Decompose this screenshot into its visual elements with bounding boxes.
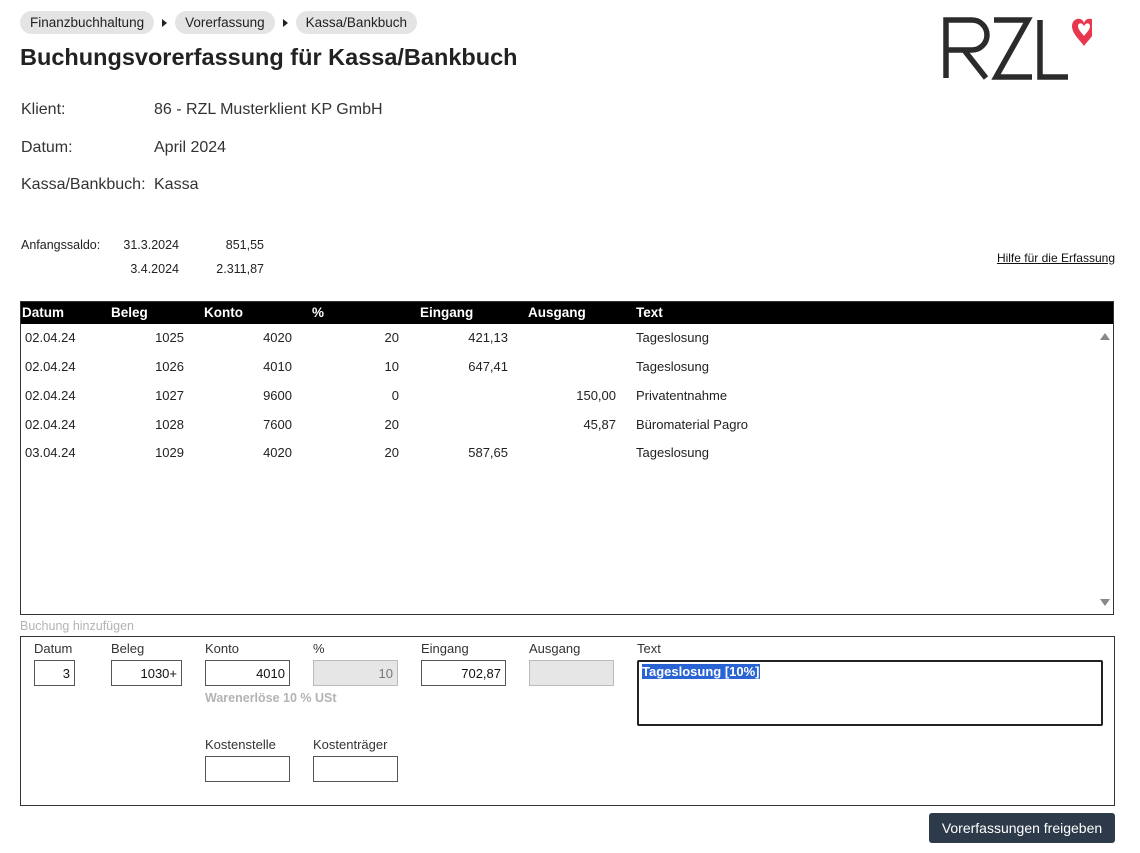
ausgang-field-label: Ausgang — [529, 641, 581, 656]
cell-ausgang: 150,00 — [576, 388, 616, 403]
text-field-label: Text — [637, 641, 661, 656]
page-title: Buchungsvorerfassung für Kassa/Bankbuch — [20, 44, 518, 70]
cell-ausgang: 45,87 — [583, 417, 616, 432]
breadcrumb: Finanzbuchhaltung Vorerfassung Kassa/Ban… — [20, 11, 417, 34]
breadcrumb-separator-icon — [162, 18, 168, 27]
section-label-buchung-hinzufuegen: Buchung hinzufügen — [20, 619, 134, 633]
cell-konto: 4020 — [263, 330, 292, 345]
cell-datum: 02.04.24 — [25, 417, 76, 432]
breadcrumb-separator-icon — [282, 18, 288, 27]
table-row[interactable]: 02.04.24 1026 4010 10 647,41 Tageslosung — [21, 352, 1096, 381]
cell-datum: 02.04.24 — [25, 388, 76, 403]
beleg-input[interactable] — [111, 660, 182, 686]
datum-input[interactable] — [34, 660, 75, 686]
column-header-text[interactable]: Text — [636, 302, 663, 324]
column-header-beleg[interactable]: Beleg — [111, 302, 148, 324]
konto-hint: Warenerlöse 10 % USt — [205, 691, 337, 705]
anfangssaldo-label: Anfangssaldo: — [21, 238, 101, 252]
cell-konto: 9600 — [263, 388, 292, 403]
klient-label: Klient: — [21, 101, 66, 118]
cell-percent: 20 — [384, 445, 399, 460]
cell-text: Tageslosung — [636, 330, 709, 345]
cell-beleg: 1027 — [155, 388, 184, 403]
cell-percent: 20 — [384, 330, 399, 345]
column-header-percent[interactable]: % — [312, 302, 324, 324]
kassa-bankbuch-label: Kassa/Bankbuch: — [21, 176, 146, 193]
column-header-datum[interactable]: Datum — [22, 302, 64, 324]
datum-field-label: Datum — [34, 641, 73, 656]
kostenstelle-input[interactable] — [205, 756, 290, 782]
kostentraeger-field-label: Kostenträger — [313, 737, 388, 752]
percent-input — [313, 660, 398, 686]
cell-eingang: 421,13 — [468, 330, 508, 345]
beleg-field-label: Beleg — [111, 641, 145, 656]
cell-beleg: 1028 — [155, 417, 184, 432]
cell-datum: 02.04.24 — [25, 359, 76, 374]
cell-datum: 03.04.24 — [25, 445, 76, 460]
cell-text: Tageslosung — [636, 359, 709, 374]
scroll-down-icon[interactable] — [1100, 599, 1110, 606]
vorerfassungen-freigeben-button[interactable]: Vorerfassungen freigeben — [929, 813, 1115, 843]
cell-konto: 7600 — [263, 417, 292, 432]
cell-percent: 20 — [384, 417, 399, 432]
rzl-logo — [942, 14, 1096, 82]
breadcrumb-item-finanzbuchhaltung[interactable]: Finanzbuchhaltung — [20, 11, 155, 34]
help-link[interactable]: Hilfe für die Erfassung — [997, 251, 1115, 265]
cell-text: Tageslosung — [636, 445, 709, 460]
column-header-eingang[interactable]: Eingang — [420, 302, 473, 324]
table-header: Datum Beleg Konto % Eingang Ausgang Text — [21, 302, 1113, 324]
eingang-field-label: Eingang — [421, 641, 469, 656]
text-input-value: Tageslosung [10%] — [642, 664, 760, 679]
breadcrumb-item-vorerfassung[interactable]: Vorerfassung — [175, 11, 275, 34]
heart-icon — [1072, 18, 1096, 46]
cell-beleg: 1026 — [155, 359, 184, 374]
eingang-input[interactable] — [421, 660, 506, 686]
cell-percent: 0 — [391, 388, 399, 403]
cell-konto: 4010 — [263, 359, 292, 374]
ausgang-input — [529, 660, 614, 686]
text-input[interactable]: Tageslosung [10%] — [637, 660, 1103, 726]
kostentraeger-input[interactable] — [313, 756, 398, 782]
column-header-ausgang[interactable]: Ausgang — [528, 302, 586, 324]
add-booking-form: Datum Beleg Konto Warenerlöse 10 % USt %… — [20, 636, 1115, 806]
konto-field-label: Konto — [205, 641, 239, 656]
datum-label: Datum: — [21, 139, 73, 156]
cell-beleg: 1025 — [155, 330, 184, 345]
breadcrumb-item-kassa-bankbuch[interactable]: Kassa/Bankbuch — [295, 11, 417, 34]
cell-percent: 10 — [384, 359, 399, 374]
saldo-date: 31.3.2024 — [123, 238, 179, 252]
klient-value: 86 - RZL Musterklient KP GmbH — [154, 101, 383, 118]
table-row[interactable]: 02.04.24 1027 9600 0 150,00 Privatentnah… — [21, 381, 1096, 410]
kostenstelle-field-label: Kostenstelle — [205, 737, 276, 752]
cell-eingang: 647,41 — [468, 359, 508, 374]
cell-konto: 4020 — [263, 445, 292, 460]
table-row[interactable]: 03.04.24 1029 4020 20 587,65 Tageslosung — [21, 438, 1096, 467]
column-header-konto[interactable]: Konto — [204, 302, 243, 324]
bookings-table: Datum Beleg Konto % Eingang Ausgang Text… — [20, 301, 1114, 615]
cell-text: Büromaterial Pagro — [636, 417, 748, 432]
datum-value: April 2024 — [154, 139, 227, 156]
percent-field-label: % — [313, 641, 325, 656]
saldo-date: 3.4.2024 — [130, 262, 179, 276]
saldo-amount: 2.311,87 — [216, 262, 264, 276]
kassa-bankbuch-value: Kassa — [154, 176, 199, 193]
cell-beleg: 1029 — [155, 445, 184, 460]
cell-eingang: 587,65 — [468, 445, 508, 460]
saldo-amount: 851,55 — [225, 238, 264, 252]
cell-datum: 02.04.24 — [25, 330, 76, 345]
konto-input[interactable] — [205, 660, 290, 686]
table-row[interactable]: 02.04.24 1025 4020 20 421,13 Tageslosung — [21, 323, 1096, 352]
table-row[interactable]: 02.04.24 1028 7600 20 45,87 Büromaterial… — [21, 410, 1096, 439]
cell-text: Privatentnahme — [636, 388, 728, 403]
scroll-up-icon[interactable] — [1100, 333, 1110, 340]
